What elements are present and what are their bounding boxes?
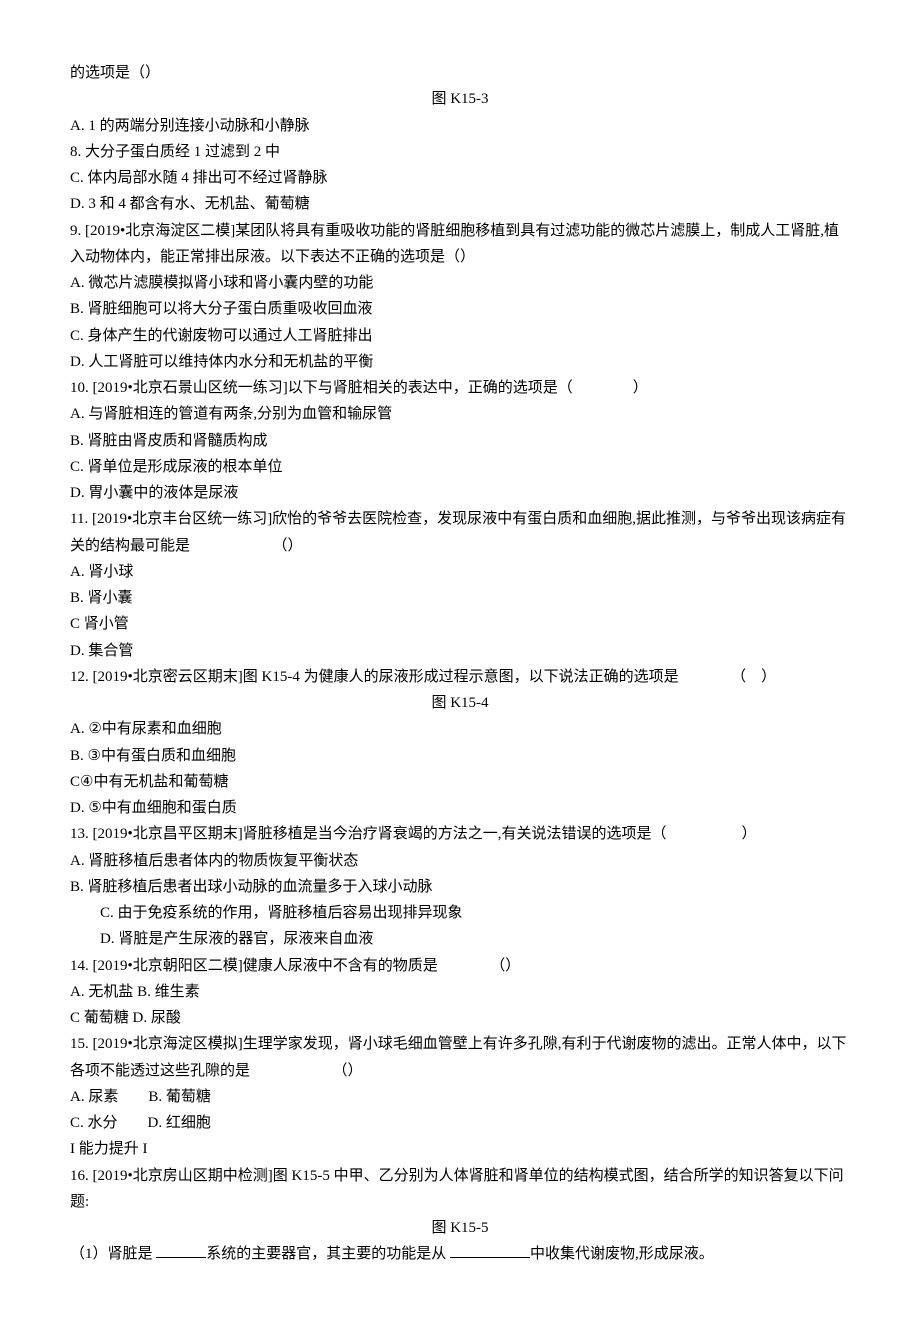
- q8-option-d: D. 3 和 4 都含有水、无机盐、葡萄糖: [70, 191, 850, 217]
- q8-option-b: 8. 大分子蛋白质经 1 过滤到 2 中: [70, 139, 850, 165]
- blank-fill-2: [450, 1242, 530, 1258]
- q9-option-c: C. 身体产生的代谢废物可以通过人工肾脏排出: [70, 323, 850, 349]
- q9-stem-line2: 入动物体内，能正常排出尿液。以下表达不正确的选项是（）: [70, 244, 850, 270]
- q9-option-a: A. 微芯片滤膜模拟肾小球和肾小囊内壁的功能: [70, 270, 850, 296]
- q10-option-c: C. 肾单位是形成尿液的根本单位: [70, 454, 850, 480]
- q10-option-b: B. 肾脏由肾皮质和肾髓质构成: [70, 428, 850, 454]
- blank-fill-1: [156, 1242, 206, 1258]
- q10-option-a: A. 与肾脏相连的管道有两条,分别为血管和输尿管: [70, 401, 850, 427]
- q11-option-d: D. 集合管: [70, 638, 850, 664]
- q16-sub1: （1）肾脏是 系统的主要器官，其主要的功能是从 中收集代谢废物,形成尿液。: [70, 1241, 850, 1267]
- figure-label-k15-5: 图 K15-5: [70, 1215, 850, 1241]
- figure-label-k15-4: 图 K15-4: [70, 690, 850, 716]
- q16-sub1-part-b: 系统的主要器官，其主要的功能是从: [206, 1246, 450, 1262]
- q16-stem-line1: 16. [2019•北京房山区期中检测]图 K15-5 中甲、乙分别为人体肾脏和…: [70, 1163, 850, 1189]
- q9-stem-line1: 9. [2019•北京海淀区二模]某团队将具有重吸收功能的肾脏细胞移植到具有过滤…: [70, 218, 850, 244]
- q15-option-cd: C. 水分 D. 红细胞: [70, 1110, 850, 1136]
- q13-option-d: D. 肾脏是产生尿液的器官，尿液来自血液: [70, 926, 850, 952]
- q9-option-b: B. 肾脏细胞可以将大分子蛋白质重吸收回血液: [70, 296, 850, 322]
- q13-option-b: B. 肾脏移植后患者出球小动脉的血流量多于入球小动脉: [70, 874, 850, 900]
- q13-stem: 13. [2019•北京昌平区期末]肾脏移植是当今治疗肾衰竭的方法之一,有关说法…: [70, 821, 850, 847]
- q16-sub1-part-c: 中收集代谢废物,形成尿液。: [530, 1246, 714, 1262]
- figure-label-k15-3: 图 K15-3: [70, 86, 850, 112]
- q13-option-a: A. 肾脏移植后患者体内的物质恢复平衡状态: [70, 848, 850, 874]
- q15-stem-line2: 各项不能透过这些孔隙的是 （）: [70, 1058, 850, 1084]
- q14-stem: 14. [2019•北京朝阳区二模]健康人尿液中不含有的物质是 （）: [70, 953, 850, 979]
- q16-sub1-part-a: （1）肾脏是: [70, 1246, 156, 1262]
- q11-option-c: C 肾小管: [70, 611, 850, 637]
- q14-option-cd: C 葡萄糖 D. 尿酸: [70, 1005, 850, 1031]
- q12-stem: 12. [2019•北京密云区期末]图 K15-4 为健康人的尿液形成过程示意图…: [70, 664, 850, 690]
- q15-stem-line1: 15. [2019•北京海淀区模拟]生理学家发现，肾小球毛细血管壁上有许多孔隙,…: [70, 1031, 850, 1057]
- section-header: I 能力提升 I: [70, 1136, 850, 1162]
- q11-option-a: A. 肾小球: [70, 559, 850, 585]
- q16-stem-line2: 题:: [70, 1189, 850, 1215]
- q12-option-c: C④中有无机盐和葡萄糖: [70, 769, 850, 795]
- q10-option-d: D. 胃小囊中的液体是尿液: [70, 480, 850, 506]
- intro-line: 的选项是（）: [70, 60, 850, 86]
- q11-stem-line1: 11. [2019•北京丰台区统一练习]欣怡的爷爷去医院检查，发现尿液中有蛋白质…: [70, 506, 850, 532]
- q8-option-c: C. 体内局部水随 4 排出可不经过肾静脉: [70, 165, 850, 191]
- q8-option-a: A. 1 的两端分别连接小动脉和小静脉: [70, 113, 850, 139]
- q12-option-b: B. ③中有蛋白质和血细胞: [70, 743, 850, 769]
- q9-option-d: D. 人工肾脏可以维持体内水分和无机盐的平衡: [70, 349, 850, 375]
- q12-option-a: A. ②中有尿素和血细胞: [70, 716, 850, 742]
- q13-option-c: C. 由于免疫系统的作用，肾脏移植后容易出现排异现象: [70, 900, 850, 926]
- q11-stem-line2: 关的结构最可能是 （）: [70, 533, 850, 559]
- q11-option-b: B. 肾小囊: [70, 585, 850, 611]
- q10-stem: 10. [2019•北京石景山区统一练习]以下与肾脏相关的表达中，正确的选项是（…: [70, 375, 850, 401]
- q15-option-ab: A. 尿素 B. 葡萄糖: [70, 1084, 850, 1110]
- q12-option-d: D. ⑤中有血细胞和蛋白质: [70, 795, 850, 821]
- q14-option-ab: A. 无机盐 B. 维生素: [70, 979, 850, 1005]
